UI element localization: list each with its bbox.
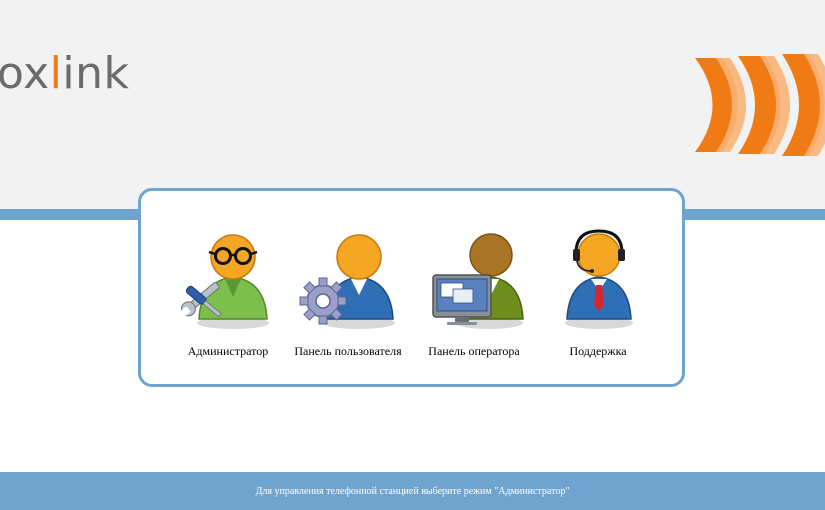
administrator-icon — [180, 234, 269, 329]
orange-waves-logo-icon — [695, 54, 825, 156]
mode-operator-panel[interactable]: Панель оператора — [409, 219, 539, 369]
logo-text-end: ink — [62, 48, 130, 99]
oxlink-logo: oxlink — [0, 52, 129, 96]
mode-user-panel[interactable]: Панель пользователя — [283, 219, 413, 369]
mode-selection-panel: Администратор Панель пользователя Панель… — [138, 188, 685, 387]
mode-support-label: Поддержка — [569, 344, 627, 358]
login-mode-page: oxlink Администратор Панель пользователя… — [0, 0, 825, 510]
user-panel-icon — [299, 234, 395, 329]
footer: Для управления телефонной станцией выбер… — [0, 472, 825, 510]
mode-administrator[interactable]: Администратор — [163, 219, 293, 369]
footer-hint-text: Для управления телефонной станцией выбер… — [255, 486, 570, 497]
header: oxlink — [0, 0, 825, 209]
logo-text-accent: l — [49, 48, 63, 99]
mode-operator-panel-label: Панель оператора — [428, 344, 520, 358]
logo-text-start: ox — [0, 48, 50, 99]
support-icon — [565, 229, 633, 329]
operator-panel-icon — [432, 233, 524, 329]
mode-administrator-label: Администратор — [187, 344, 269, 358]
mode-user-panel-label: Панель пользователя — [294, 344, 402, 358]
mode-support[interactable]: Поддержка — [533, 219, 663, 369]
